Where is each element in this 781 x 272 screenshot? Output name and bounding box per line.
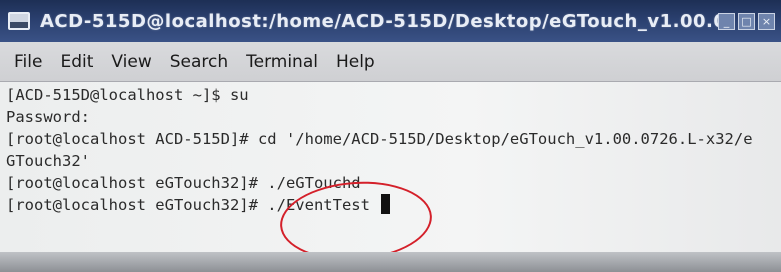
menu-search[interactable]: Search — [170, 52, 228, 72]
menubar: File Edit View Search Terminal Help — [0, 42, 781, 82]
terminal-icon — [8, 12, 30, 30]
terminal-line: [ACD-515D@localhost ~]$ su — [6, 86, 249, 104]
menu-edit[interactable]: Edit — [60, 52, 93, 72]
window-titlebar[interactable]: ACD-515D@localhost:/home/ACD-515D/Deskto… — [0, 0, 781, 42]
terminal-line: Password: — [6, 108, 90, 126]
photo-frame: ACD-515D@localhost:/home/ACD-515D/Deskto… — [0, 0, 781, 272]
menu-terminal[interactable]: Terminal — [246, 52, 318, 72]
window-controls: _ □ × — [718, 12, 775, 30]
terminal-line: [root@localhost ACD-515D]# cd '/home/ACD… — [6, 130, 753, 148]
terminal-line: GTouch32' — [6, 152, 90, 170]
menu-help[interactable]: Help — [336, 52, 375, 72]
menu-file[interactable]: File — [14, 52, 42, 72]
maximize-button[interactable]: □ — [738, 12, 755, 30]
window-title: ACD-515D@localhost:/home/ACD-515D/Deskto… — [40, 10, 718, 32]
menu-view[interactable]: View — [111, 52, 151, 72]
minimize-button[interactable]: _ — [718, 12, 735, 30]
screen-bottom-edge — [0, 252, 781, 272]
close-button[interactable]: × — [758, 12, 775, 30]
